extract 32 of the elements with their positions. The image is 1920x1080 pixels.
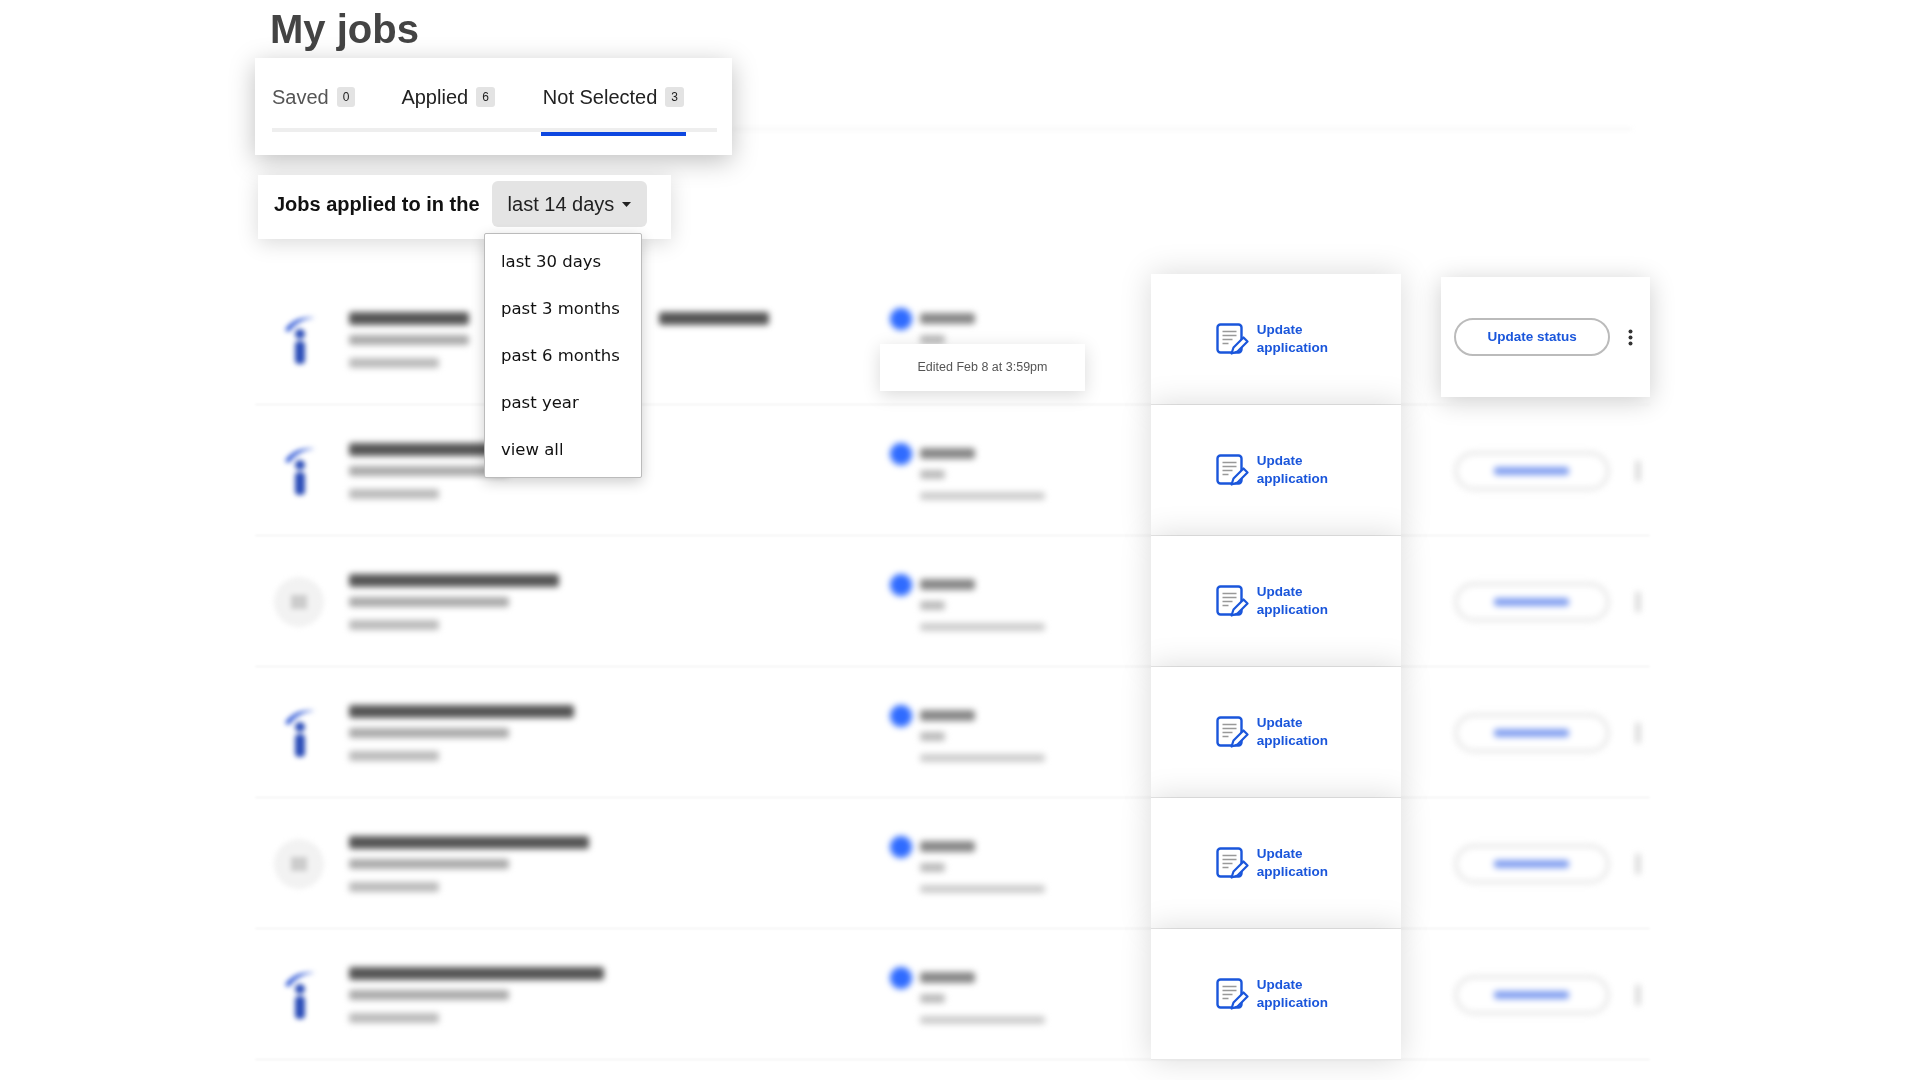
document-edit-icon — [1215, 584, 1249, 618]
logo-drawing — [273, 575, 326, 628]
caret-icon — [622, 201, 632, 207]
page-title: My jobs — [269, 6, 420, 53]
tab[interactable]: Applied 6 — [401, 62, 495, 132]
update-application-button[interactable]: Update application — [1215, 321, 1337, 357]
tab[interactable]: Saved 0 — [272, 62, 356, 132]
update-application-button[interactable]: Update application — [1215, 976, 1337, 1012]
menu-item[interactable]: view all — [485, 426, 641, 473]
document-edit-icon — [1215, 977, 1249, 1011]
logo-drawing — [273, 837, 326, 890]
filter-label: Jobs applied to in the — [274, 192, 480, 217]
update-application-button[interactable]: Update application — [1215, 714, 1337, 750]
menu-item[interactable]: past 6 months — [485, 332, 641, 379]
menu-item[interactable]: last 30 days — [485, 238, 641, 285]
document-edit-icon — [1215, 322, 1249, 356]
more-icon[interactable] — [1628, 328, 1634, 346]
count-badge: 6 — [476, 87, 495, 107]
document-edit-icon — [1215, 715, 1249, 749]
update-application-button[interactable]: Update application — [1215, 845, 1337, 881]
menu-item[interactable]: past 3 months — [485, 285, 641, 332]
update-application-button[interactable]: Update application — [1215, 452, 1337, 488]
count-badge: 3 — [665, 87, 684, 107]
document-edit-icon — [1215, 453, 1249, 487]
document-edit-icon — [1215, 846, 1249, 880]
update-status-button[interactable]: Update status — [1454, 318, 1611, 356]
menu-item[interactable]: past year — [485, 379, 641, 426]
update-application-button[interactable]: Update application — [1215, 583, 1337, 619]
period-dropdown[interactable]: last 14 days — [491, 181, 648, 227]
edited-tooltip: Edited Feb 8 at 3:59pm — [880, 344, 1085, 391]
tab[interactable]: Not Selected 3 — [540, 62, 686, 132]
count-badge: 0 — [336, 87, 356, 107]
